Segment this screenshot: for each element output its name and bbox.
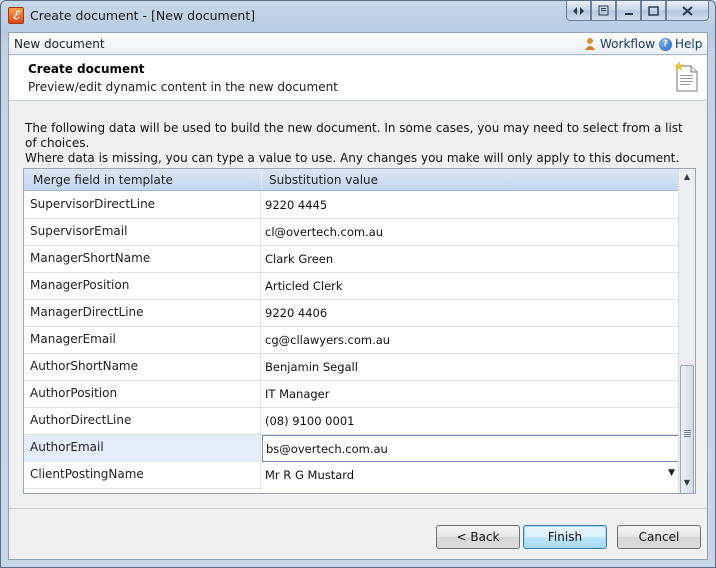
merge-field-name: ManagerEmail: [24, 327, 261, 354]
table-row-selected[interactable]: AuthorEmail bs@overtech.com.au: [24, 435, 679, 462]
new-document-label: New document: [14, 37, 105, 51]
merge-field-name: ManagerShortName: [24, 246, 261, 273]
merge-field-name: ManagerDirectLine: [24, 300, 261, 327]
page-title: Create document: [28, 62, 145, 76]
scrollbar-grip-icon: [684, 430, 691, 437]
workflow-link[interactable]: Workflow: [583, 37, 655, 51]
header-panel: Create document Preview/edit dynamic con…: [9, 56, 707, 101]
description-line-2: Where data is missing, you can type a va…: [25, 151, 680, 165]
table-row[interactable]: SupervisorEmail cl@overtech.com.au: [24, 219, 679, 246]
document-view-icon[interactable]: [591, 1, 616, 21]
merge-field-name: AuthorEmail: [24, 435, 261, 462]
substitution-value-field[interactable]: (08) 9100 0001: [262, 408, 679, 435]
table-row[interactable]: AuthorPosition IT Manager: [24, 381, 679, 408]
table-row[interactable]: AuthorShortName Benjamin Segall: [24, 354, 679, 381]
window-title: Create document - [New document]: [30, 8, 256, 23]
substitution-value-field[interactable]: Clark Green: [262, 246, 679, 273]
help-link[interactable]: ? Help: [659, 37, 702, 51]
merge-field-name: AuthorPosition: [24, 381, 261, 408]
table-row[interactable]: AuthorDirectLine (08) 9100 0001: [24, 408, 679, 435]
vertical-scrollbar[interactable]: ▲ ▼: [678, 169, 695, 493]
column-divider[interactable]: [261, 171, 262, 189]
table-row[interactable]: ClientPostingName Mr R G Mustard ▼: [24, 462, 679, 489]
back-button[interactable]: < Back: [436, 525, 520, 549]
substitution-value-dropdown[interactable]: Mr R G Mustard ▼: [262, 462, 679, 489]
table-row[interactable]: ManagerShortName Clark Green: [24, 246, 679, 273]
minimize-button[interactable]: [616, 1, 641, 21]
scroll-up-icon[interactable]: ▲: [679, 169, 695, 185]
substitution-value-field[interactable]: Benjamin Segall: [262, 354, 679, 381]
substitution-value-field[interactable]: cg@cllawyers.com.au: [262, 327, 679, 354]
app-icon: ℰ: [8, 7, 24, 24]
table-row[interactable]: ManagerEmail cg@cllawyers.com.au: [24, 327, 679, 354]
column-header-substitution-value[interactable]: Substitution value: [269, 173, 378, 187]
merge-field-name: SupervisorEmail: [24, 219, 261, 246]
table-row[interactable]: ManagerPosition Articled Clerk: [24, 273, 679, 300]
grid-header: Merge field in template Substitution val…: [24, 169, 679, 191]
window-controls: [566, 1, 709, 22]
workflow-icon: [583, 37, 597, 51]
scroll-down-icon[interactable]: ▼: [679, 475, 695, 491]
dialog-content: New document Workflow ? Help Create docu…: [8, 32, 708, 560]
command-bar: New document Workflow ? Help: [9, 33, 707, 55]
close-button[interactable]: [666, 1, 709, 21]
finish-button[interactable]: Finish: [523, 525, 607, 549]
column-header-merge-field[interactable]: Merge field in template: [33, 173, 173, 187]
table-row[interactable]: SupervisorDirectLine 9220 4445: [24, 192, 679, 219]
substitution-value-input[interactable]: bs@overtech.com.au: [262, 435, 679, 462]
new-document-icon: [674, 61, 699, 92]
substitution-value-field[interactable]: cl@overtech.com.au: [262, 219, 679, 246]
workflow-label: Workflow: [600, 37, 656, 51]
merge-field-name: ClientPostingName: [24, 462, 261, 489]
substitution-value-field[interactable]: Articled Clerk: [262, 273, 679, 300]
description-text: The following data will be used to build…: [25, 121, 695, 166]
description-line-1: The following data will be used to build…: [25, 121, 683, 150]
dropdown-arrow-icon[interactable]: ▼: [668, 468, 675, 478]
maximize-button[interactable]: [641, 1, 666, 21]
table-row[interactable]: ManagerDirectLine 9220 4406: [24, 300, 679, 327]
merge-field-name: AuthorDirectLine: [24, 408, 261, 435]
substitution-value-field[interactable]: IT Manager: [262, 381, 679, 408]
restore-layout-icon[interactable]: [566, 1, 591, 21]
page-subtitle: Preview/edit dynamic content in the new …: [28, 80, 338, 94]
merge-field-name: SupervisorDirectLine: [24, 192, 261, 219]
substitution-value-field[interactable]: 9220 4445: [262, 192, 679, 219]
grid-rows: SupervisorDirectLine 9220 4445 Superviso…: [24, 192, 679, 489]
substitution-value-field[interactable]: 9220 4406: [262, 300, 679, 327]
merge-field-grid: Merge field in template Substitution val…: [23, 168, 696, 494]
create-document-window: ℰ Create document - [New document] New d…: [0, 0, 716, 568]
merge-field-name: AuthorShortName: [24, 354, 261, 381]
dropdown-selected-value: Mr R G Mustard: [265, 468, 355, 482]
title-bar[interactable]: ℰ Create document - [New document]: [1, 1, 715, 31]
cancel-button[interactable]: Cancel: [617, 525, 701, 549]
merge-field-name: ManagerPosition: [24, 273, 261, 300]
help-icon: ?: [659, 37, 672, 51]
help-label: Help: [675, 37, 703, 51]
footer-divider: [9, 508, 707, 509]
